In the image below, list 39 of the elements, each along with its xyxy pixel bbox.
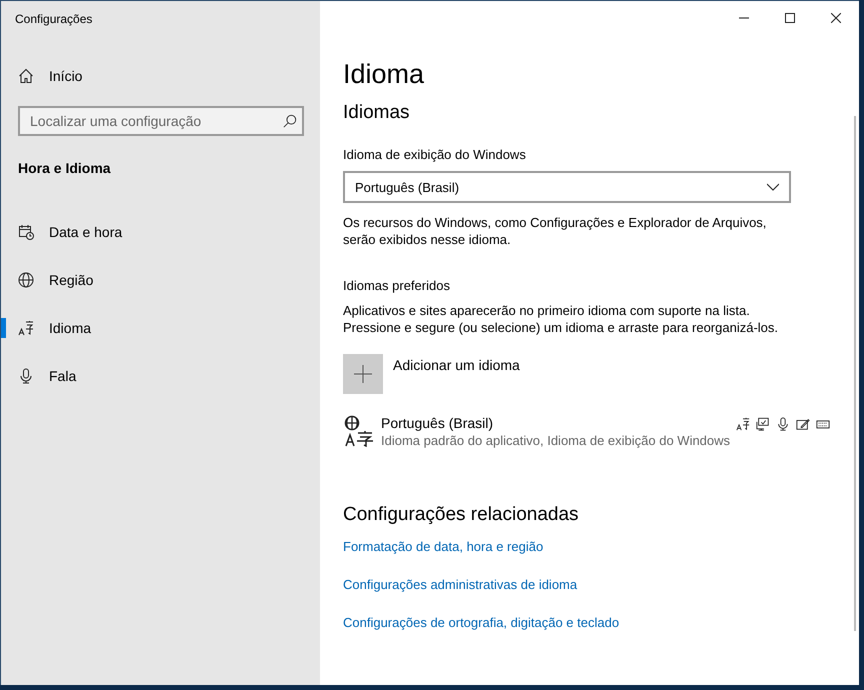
home-icon	[18, 68, 34, 84]
language-name: Português (Brasil)	[381, 415, 494, 431]
globe-icon	[18, 272, 34, 288]
field-label: Idiomas preferidos	[343, 278, 451, 293]
microphone-icon	[776, 417, 790, 431]
close-icon	[831, 13, 841, 23]
add-language-button[interactable]	[343, 354, 383, 394]
language-icon	[736, 417, 750, 431]
description-text: Os recursos do Windows, como Configurações e Explorador de Arquivos, serão exibidos nesse idioma.	[343, 214, 768, 248]
settings-link[interactable]: Configurações administrativas de idioma	[343, 577, 793, 592]
language-detail: Idioma padrão do aplicativo, Idioma de exibição do Windows	[381, 433, 730, 448]
handwriting-icon	[796, 417, 810, 431]
section-heading: Hora e Idioma	[17, 159, 112, 176]
sidebar-item[interactable]: Fala	[1, 352, 320, 400]
maximize-icon	[785, 13, 795, 23]
sidebar-item[interactable]: Idioma	[1, 304, 320, 352]
description-text: Aplicativos e sites aparecerão no primeiro idioma com suporte na lista. Pressione e segure (ou selecione) um idioma e arraste para reorganizá-los.	[343, 302, 779, 336]
home-link[interactable]: Início	[1, 61, 320, 91]
settings-link[interactable]: Formatação de data, hora e região	[343, 539, 793, 554]
language-icon	[18, 320, 34, 336]
language-dropdown[interactable]: Português (Brasil)	[343, 171, 791, 203]
sidebar-item[interactable]: Região	[1, 256, 320, 304]
chevron-down-icon	[767, 183, 779, 191]
language-globe-icon	[343, 415, 375, 447]
microphone-icon	[18, 368, 34, 384]
search-icon	[283, 114, 297, 128]
sidebar-item[interactable]: Data e hora	[1, 208, 320, 256]
window-title: Configurações	[14, 11, 94, 28]
calendar-clock-icon	[18, 224, 34, 240]
section-heading: Idiomas	[343, 102, 411, 124]
home-label: Início	[49, 68, 82, 84]
page-title: Idioma	[343, 59, 426, 90]
section-heading: Configurações relacionadas	[343, 504, 580, 526]
display-icon	[756, 417, 770, 431]
search-field[interactable]: Localizar uma configuração	[18, 106, 304, 136]
settings-link[interactable]: Configurações de ortografia, digitação e teclado	[343, 615, 793, 630]
field-label: Idioma de exibição do Windows	[343, 147, 527, 162]
plus-icon	[354, 365, 372, 383]
add-language-label[interactable]: Adicionar um idioma	[393, 357, 520, 373]
